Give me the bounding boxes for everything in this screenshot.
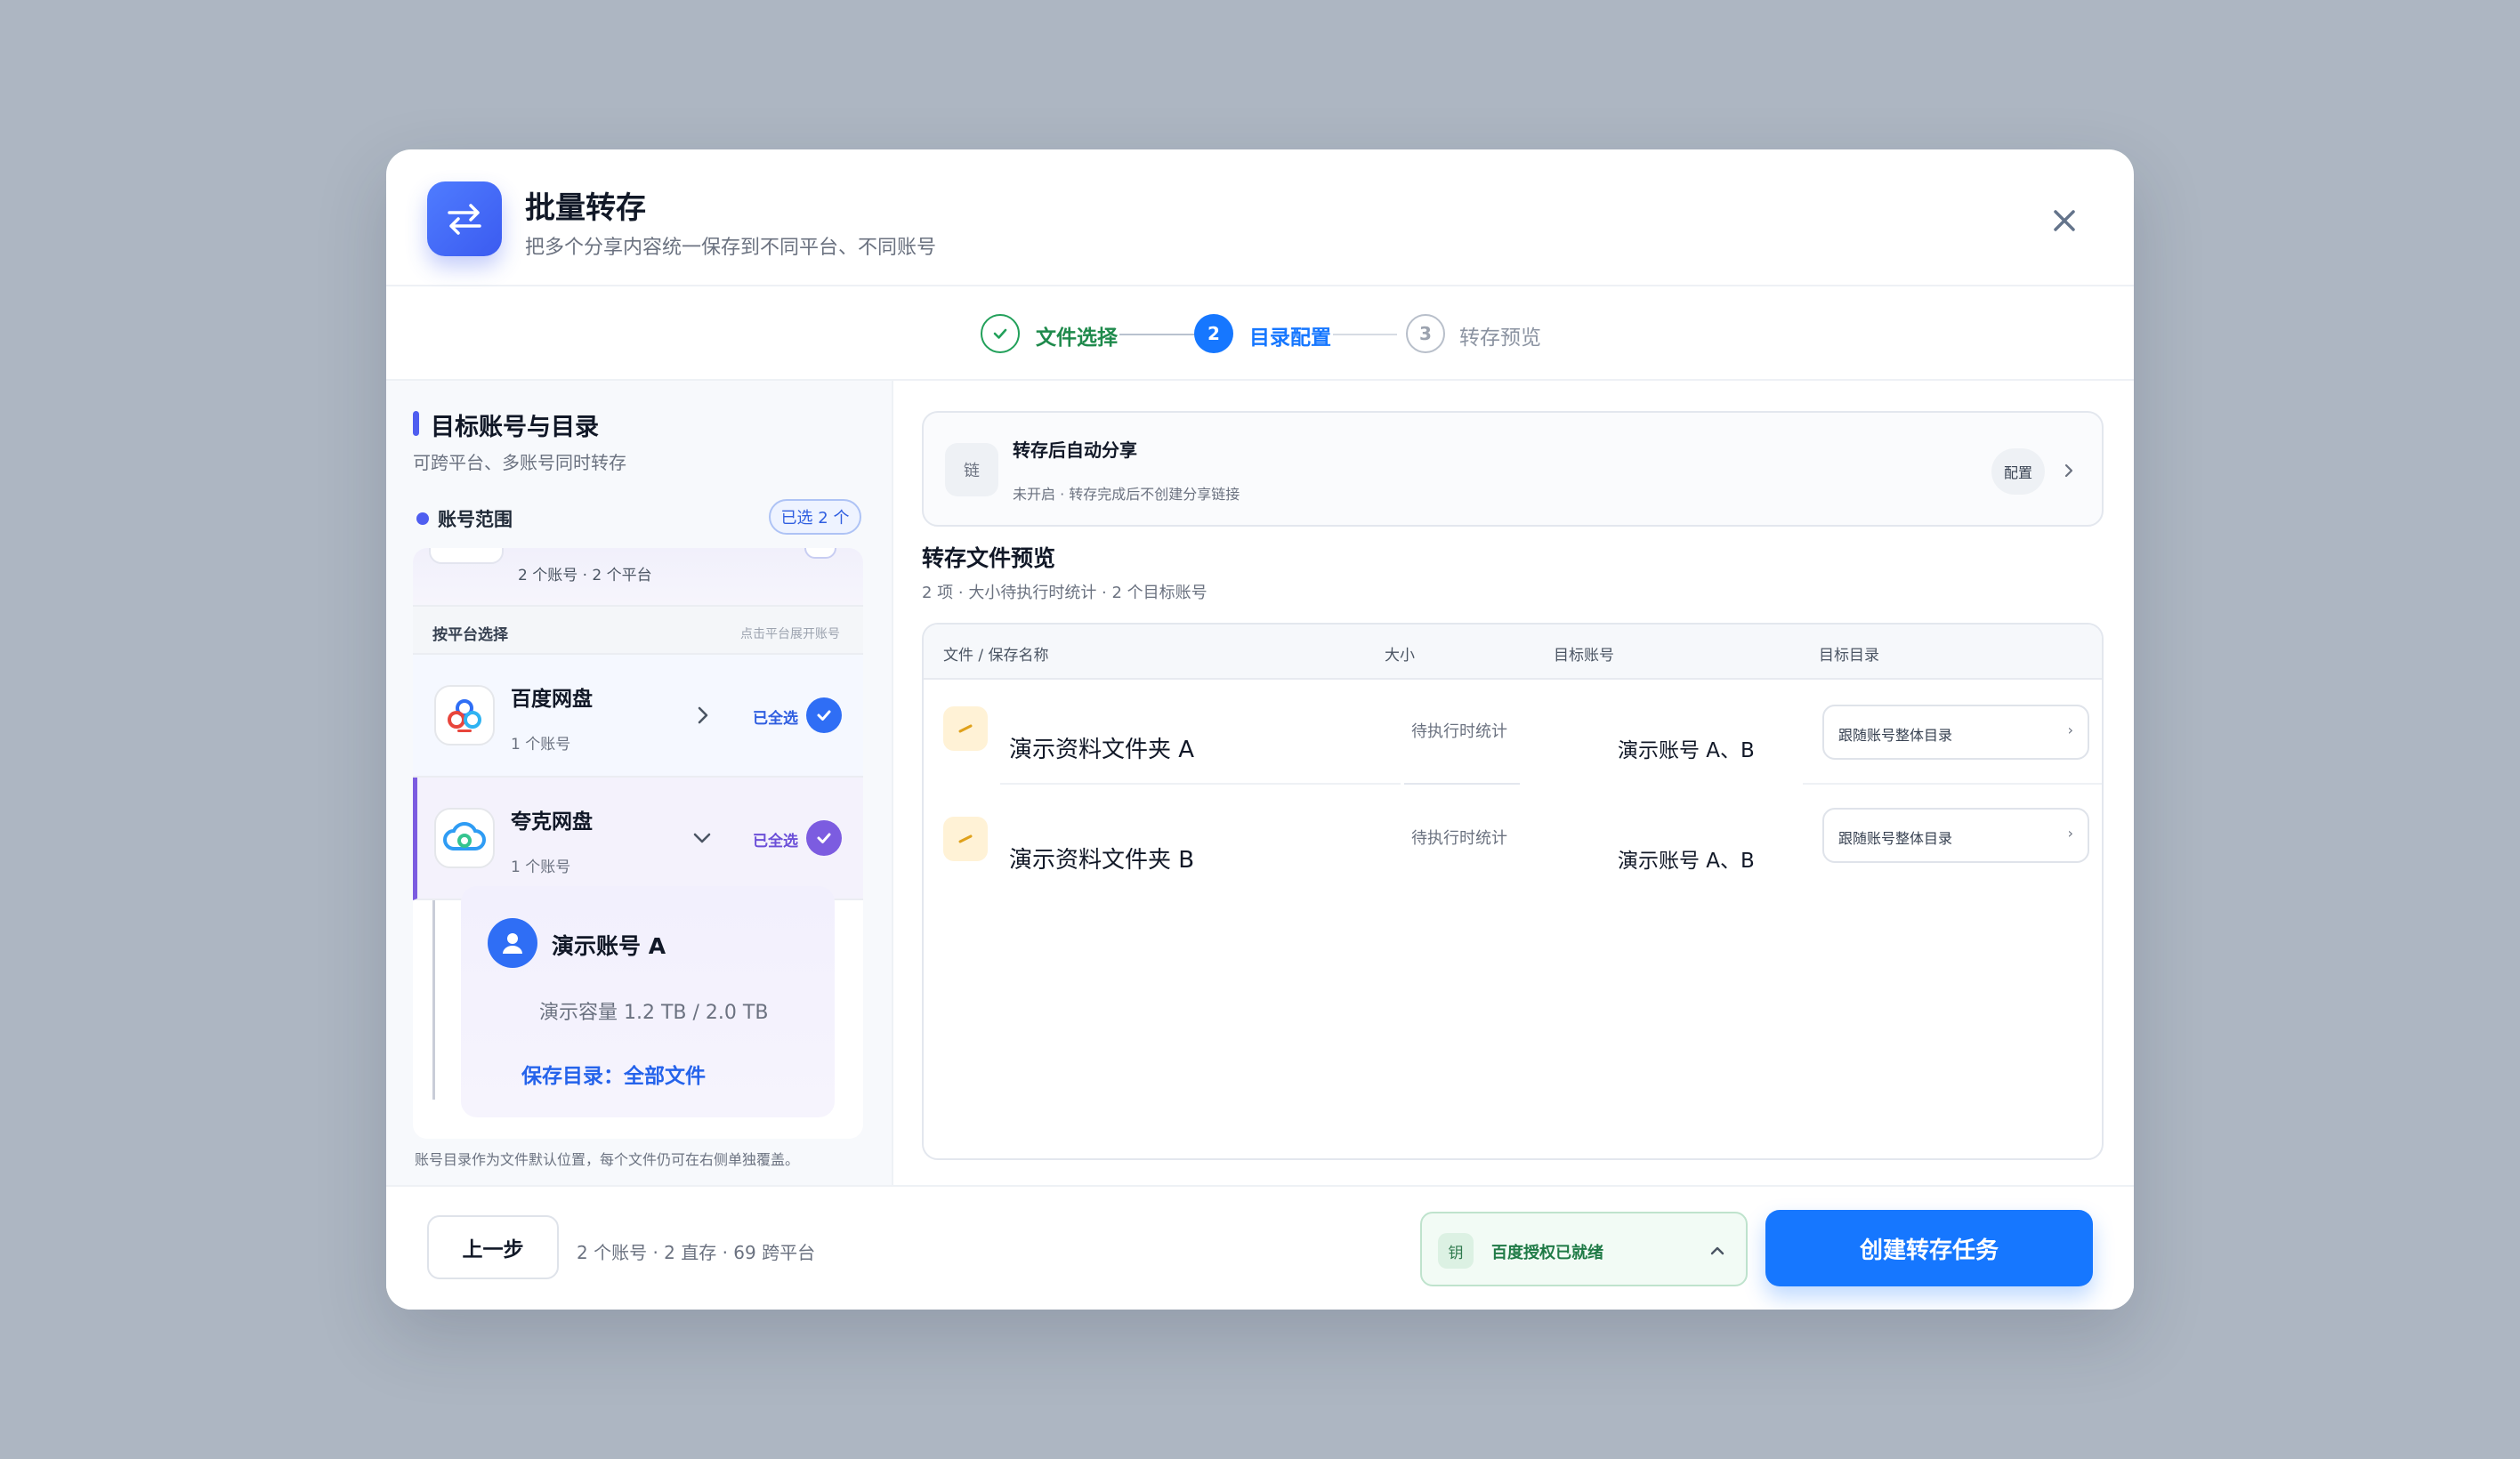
quark-netdisk-logo-icon <box>434 808 495 868</box>
summary-avatar-stack-icon <box>429 548 504 564</box>
dialog-title: 批量转存 <box>525 190 646 226</box>
step-connector <box>1333 334 1397 335</box>
platform-select-status: 已全选 <box>753 710 798 728</box>
folder-icon <box>943 817 988 861</box>
auto-share-subtitle: 未开启 · 转存完成后不创建分享链接 <box>1013 486 1240 503</box>
account-name: 演示账号 A <box>552 933 666 959</box>
chevron-right-icon[interactable] <box>2056 457 2082 484</box>
summary-row[interactable]: 2 个账号 · 2 个平台 <box>413 548 863 607</box>
target-dir-select[interactable]: 跟随账号整体目录 › <box>1822 808 2089 863</box>
summary-text: 2 个账号 · 2 个平台 <box>518 567 652 584</box>
auto-share-card[interactable]: 链 转存后自动分享 未开启 · 转存完成后不创建分享链接 配置 <box>922 411 2104 527</box>
chevron-up-icon[interactable] <box>1705 1238 1730 1263</box>
step-1-label[interactable]: 文件选择 <box>1036 320 1118 351</box>
back-button[interactable]: 上一步 <box>427 1215 559 1279</box>
file-size: 待执行时统计 <box>1411 722 1507 741</box>
group-title: 按平台选择 <box>432 626 508 644</box>
platform-name: 夸克网盘 <box>511 810 593 834</box>
checked-circle-icon[interactable] <box>806 820 842 856</box>
section-title: 目标账号与目录 <box>431 414 599 441</box>
dialog-subtitle: 把多个分享内容统一保存到不同平台、不同账号 <box>525 237 937 259</box>
group-hint: 点击平台展开账号 <box>740 627 840 641</box>
baidu-netdisk-logo-icon <box>434 685 495 746</box>
target-account: 演示账号 A、B <box>1618 850 1755 873</box>
checked-circle-icon[interactable] <box>806 697 842 733</box>
account-save-dir[interactable]: 保存目录：全部文件 <box>521 1059 706 1089</box>
platform-item-baidu[interactable]: 百度网盘 1 个账号 已全选 <box>413 655 863 778</box>
step-3-number[interactable]: 3 <box>1406 314 1445 353</box>
auto-share-title: 转存后自动分享 <box>1013 439 1137 461</box>
target-account: 演示账号 A、B <box>1618 739 1755 762</box>
column-header: 目标账号 <box>1554 647 1614 665</box>
create-transfer-task-button[interactable]: 创建转存任务 <box>1765 1210 2093 1286</box>
chevron-right-icon: › <box>2067 825 2073 842</box>
step-1-check-icon[interactable] <box>981 314 1020 353</box>
column-header: 大小 <box>1385 647 1415 665</box>
file-name: 演示资料文件夹 B <box>1009 847 1195 874</box>
left-footnote: 账号目录作为文件默认位置，每个文件仍可在右侧单独覆盖。 <box>415 1151 800 1168</box>
account-capacity: 演示容量 1.2 TB / 2.0 TB <box>539 1002 769 1024</box>
transfer-arrows-icon <box>427 181 502 256</box>
platform-item-quark[interactable]: 夸克网盘 1 个账号 已全选 <box>413 778 863 900</box>
folder-icon <box>943 706 988 751</box>
summary-toggle-icon <box>804 548 836 559</box>
table-header: 文件 / 保存名称 大小 目标账号 目标目录 <box>924 625 2102 680</box>
column-header: 目标目录 <box>1819 647 1879 665</box>
step-2-number[interactable]: 2 <box>1194 314 1233 353</box>
target-dir-label: 跟随账号整体目录 <box>1838 830 1953 847</box>
config-button[interactable]: 配置 <box>1991 448 2045 495</box>
close-icon[interactable] <box>2048 205 2080 237</box>
table-row[interactable]: 演示资料文件夹 B 待执行时统计 演示账号 A、B 跟随账号整体目录 › <box>924 785 2102 890</box>
target-dir-select[interactable]: 跟随账号整体目录 › <box>1822 705 2089 760</box>
target-dir-label: 跟随账号整体目录 <box>1838 727 1953 744</box>
group-header: 按平台选择 点击平台展开账号 <box>413 607 863 655</box>
section-accent-bar <box>413 411 419 436</box>
dialog-header: 批量转存 把多个分享内容统一保存到不同平台、不同账号 <box>386 149 2134 286</box>
scope-dot-icon <box>416 512 429 525</box>
preview-title: 转存文件预览 <box>922 545 1056 571</box>
scope-label: 账号范围 <box>438 509 513 530</box>
chevron-right-icon: › <box>2067 721 2073 738</box>
footer-stats: 2 个账号 · 2 直存 · 69 跨平台 <box>577 1242 816 1263</box>
preview-subtitle: 2 项 · 大小待执行时统计 · 2 个目标账号 <box>922 584 1208 602</box>
step-3-label[interactable]: 转存预览 <box>1459 320 1541 351</box>
column-header: 文件 / 保存名称 <box>943 647 1049 665</box>
auth-status-button[interactable]: 钥 百度授权已就绪 <box>1420 1212 1748 1286</box>
file-name: 演示资料文件夹 A <box>1009 737 1195 763</box>
file-size: 待执行时统计 <box>1411 829 1507 848</box>
user-avatar-icon <box>488 918 537 968</box>
platform-count: 1 个账号 <box>511 858 571 876</box>
account-card[interactable]: 演示账号 A 演示容量 1.2 TB / 2.0 TB 保存目录：全部文件 <box>461 886 835 1117</box>
key-icon: 钥 <box>1438 1233 1474 1269</box>
stepper: 文件选择 2 目录配置 3 转存预览 <box>386 286 2134 381</box>
chevron-down-icon[interactable] <box>688 824 716 852</box>
step-2-label[interactable]: 目录配置 <box>1249 320 1331 351</box>
chevron-right-icon[interactable] <box>689 701 717 730</box>
target-account-panel: 目标账号与目录 可跨平台、多账号同时转存 账号范围 已选 2 个 2 个账号 ·… <box>386 381 893 1185</box>
auth-status-label: 百度授权已就绪 <box>1491 1244 1603 1262</box>
platform-count: 1 个账号 <box>511 736 571 754</box>
selected-count-badge[interactable]: 已选 2 个 <box>769 499 861 535</box>
section-subtitle: 可跨平台、多账号同时转存 <box>413 452 626 473</box>
table-row[interactable]: 演示资料文件夹 A 待执行时统计 演示账号 A、B 跟随账号整体目录 › <box>924 680 2102 785</box>
platform-name: 百度网盘 <box>511 688 593 711</box>
dialog-footer: 上一步 2 个账号 · 2 直存 · 69 跨平台 钥 百度授权已就绪 创建转存… <box>386 1185 2134 1310</box>
link-icon: 链 <box>945 443 998 496</box>
tree-connector-line <box>432 900 435 1100</box>
platform-select-status: 已全选 <box>753 833 798 850</box>
batch-transfer-dialog: 批量转存 把多个分享内容统一保存到不同平台、不同账号 文件选择 2 目录配置 3… <box>386 149 2134 1310</box>
preview-table: 文件 / 保存名称 大小 目标账号 目标目录 演示资料文件夹 A 待执行时统计 … <box>922 623 2104 1160</box>
